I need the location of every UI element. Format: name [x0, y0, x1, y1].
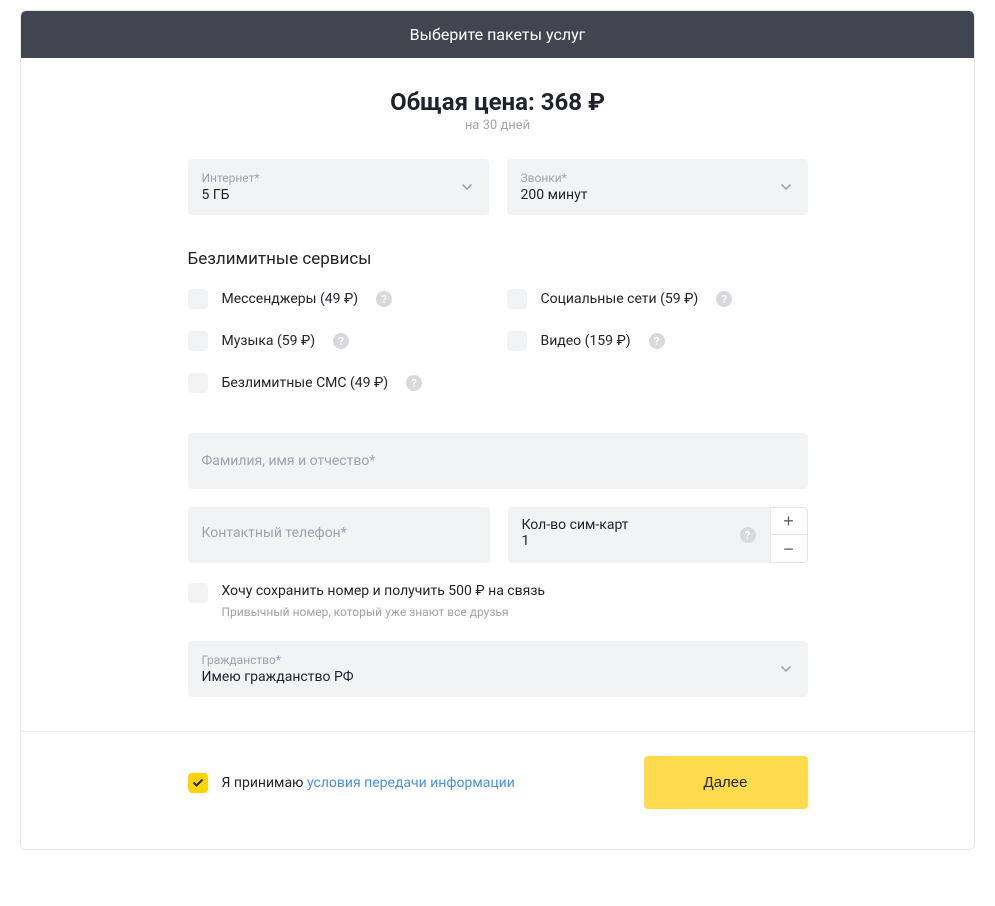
panel-body: Общая цена: 368 ₽ на 30 дней Интернет* 5…	[21, 58, 974, 849]
fullname-input[interactable]: Фамилия, имя и отчество*	[188, 433, 808, 489]
panel-header: Выберите пакеты услуг	[21, 11, 974, 58]
phone-sim-row: Контактный телефон* Кол-во сим-карт 1 ? …	[188, 507, 808, 563]
form-content: Интернет* 5 ГБ Звонки* 200 минут Безлими…	[188, 133, 808, 697]
internet-value: 5 ГБ	[202, 187, 475, 203]
footer-inner: Я принимаю условия передачи информации Д…	[188, 756, 808, 809]
price-period: на 30 дней	[21, 118, 974, 133]
keep-number-text: Хочу сохранить номер и получить 500 ₽ на…	[222, 583, 546, 619]
keep-number-sub: Привычный номер, который уже знают все д…	[222, 605, 546, 619]
sim-value: 1	[522, 533, 756, 549]
internet-select[interactable]: Интернет* 5 ГБ	[188, 159, 489, 215]
checkbox[interactable]	[188, 289, 208, 309]
option-label: Видео (159 ₽)	[541, 333, 631, 349]
sim-stepper: Кол-во сим-карт 1 ? + −	[508, 507, 808, 563]
option-label: Безлимитные СМС (49 ₽)	[222, 375, 389, 391]
package-selects-row: Интернет* 5 ГБ Звонки* 200 минут	[188, 159, 808, 215]
help-icon[interactable]: ?	[740, 527, 756, 543]
help-icon[interactable]: ?	[649, 333, 665, 349]
option-video[interactable]: Видео (159 ₽) ?	[507, 331, 808, 351]
calls-select[interactable]: Звонки* 200 минут	[507, 159, 808, 215]
total-price: Общая цена: 368 ₽	[21, 88, 974, 116]
checkbox[interactable]	[188, 331, 208, 351]
next-button[interactable]: Далее	[644, 756, 808, 809]
minus-icon: −	[783, 540, 794, 558]
terms-link[interactable]: условия передачи информации	[307, 775, 515, 791]
keep-number-label: Хочу сохранить номер и получить 500 ₽ на…	[222, 583, 546, 599]
calls-label: Звонки*	[521, 171, 794, 185]
chevron-down-icon	[461, 181, 473, 193]
price-label: Общая цена:	[390, 88, 541, 116]
option-social[interactable]: Социальные сети (59 ₽) ?	[507, 289, 808, 309]
accept-prefix: Я принимаю	[222, 775, 307, 791]
option-label: Музыка (59 ₽)	[222, 333, 316, 349]
sim-label: Кол-во сим-карт	[522, 517, 756, 533]
plus-icon: +	[783, 512, 794, 530]
sim-stepper-buttons: + −	[770, 507, 808, 563]
accept-terms[interactable]: Я принимаю условия передачи информации	[188, 773, 515, 793]
fullname-placeholder: Фамилия, имя и отчество*	[202, 453, 794, 469]
citizenship-value: Имею гражданство РФ	[202, 669, 794, 685]
option-music[interactable]: Музыка (59 ₽) ?	[188, 331, 489, 351]
internet-label: Интернет*	[202, 171, 475, 185]
checkbox[interactable]	[507, 289, 527, 309]
citizenship-label: Гражданство*	[202, 653, 794, 667]
citizenship-select[interactable]: Гражданство* Имею гражданство РФ	[188, 641, 808, 697]
option-sms[interactable]: Безлимитные СМС (49 ₽) ?	[188, 373, 489, 393]
sim-plus-button[interactable]: +	[770, 507, 808, 535]
help-icon[interactable]: ?	[376, 291, 392, 307]
help-icon[interactable]: ?	[333, 333, 349, 349]
keep-number-option[interactable]: Хочу сохранить номер и получить 500 ₽ на…	[188, 583, 808, 619]
accept-text: Я принимаю условия передачи информации	[222, 775, 515, 791]
checkbox[interactable]	[188, 373, 208, 393]
chevron-down-icon	[780, 181, 792, 193]
chevron-down-icon	[780, 663, 792, 675]
option-messengers[interactable]: Мессенджеры (49 ₽) ?	[188, 289, 489, 309]
sim-minus-button[interactable]: −	[770, 535, 808, 563]
phone-input[interactable]: Контактный телефон*	[188, 507, 490, 563]
help-icon[interactable]: ?	[716, 291, 732, 307]
checkbox[interactable]	[507, 331, 527, 351]
help-icon[interactable]: ?	[406, 375, 422, 391]
checkbox[interactable]	[188, 583, 208, 603]
option-label: Мессенджеры (49 ₽)	[222, 291, 359, 307]
price-amount: 368 ₽	[541, 88, 605, 116]
unlimited-options: Мессенджеры (49 ₽) ? Социальные сети (59…	[188, 289, 808, 393]
checkbox-checked[interactable]	[188, 773, 208, 793]
calls-value: 200 минут	[521, 187, 794, 203]
sim-input[interactable]: Кол-во сим-карт 1 ?	[508, 507, 770, 563]
phone-placeholder: Контактный телефон*	[202, 525, 347, 541]
panel-footer: Я принимаю условия передачи информации Д…	[21, 731, 974, 849]
option-label: Социальные сети (59 ₽)	[541, 291, 699, 307]
header-title: Выберите пакеты услуг	[410, 25, 586, 44]
unlimited-title: Безлимитные сервисы	[188, 249, 808, 269]
service-packages-panel: Выберите пакеты услуг Общая цена: 368 ₽ …	[20, 10, 975, 850]
